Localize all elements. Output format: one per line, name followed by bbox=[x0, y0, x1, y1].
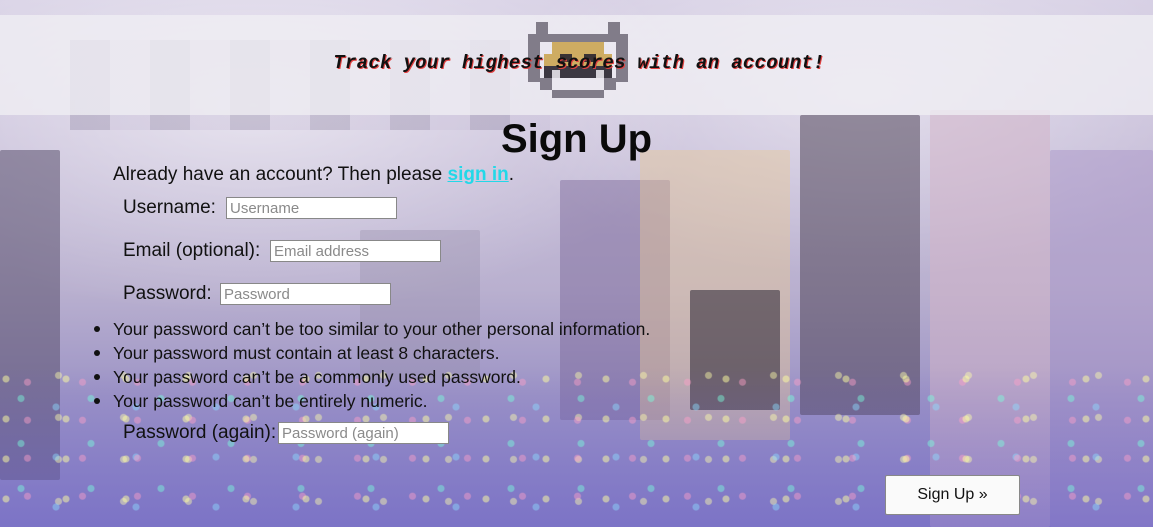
page-title: Sign Up bbox=[500, 117, 653, 161]
signin-prompt: Already have an account? Then please sig… bbox=[113, 164, 514, 186]
password-again-label: Password (again): bbox=[123, 422, 277, 443]
email-label: Email (optional): bbox=[123, 240, 261, 261]
password-rule: Your password can’t be entirely numeric. bbox=[93, 389, 650, 413]
email-input[interactable] bbox=[270, 240, 441, 262]
password-input[interactable] bbox=[220, 283, 391, 305]
password-label: Password: bbox=[123, 283, 212, 304]
password-rule: Your password can’t be a commonly used p… bbox=[93, 365, 650, 389]
signin-prompt-text: Already have an account? Then please bbox=[113, 164, 448, 185]
password-rule: Your password can’t be too similar to yo… bbox=[93, 319, 651, 339]
signin-link[interactable]: sign in bbox=[448, 164, 509, 185]
password-rule: Your password must contain at least 8 ch… bbox=[93, 341, 650, 365]
signin-prompt-suffix: . bbox=[508, 164, 515, 185]
password-again-input[interactable] bbox=[278, 422, 449, 444]
password-rules-list: Your password can’t be too similar to yo… bbox=[93, 317, 651, 413]
header-tagline: Track your highest scores with an accoun… bbox=[333, 52, 825, 74]
sign-up-button[interactable]: Sign Up » bbox=[885, 475, 1020, 515]
username-label: Username: bbox=[123, 197, 216, 218]
username-input[interactable] bbox=[226, 197, 397, 219]
